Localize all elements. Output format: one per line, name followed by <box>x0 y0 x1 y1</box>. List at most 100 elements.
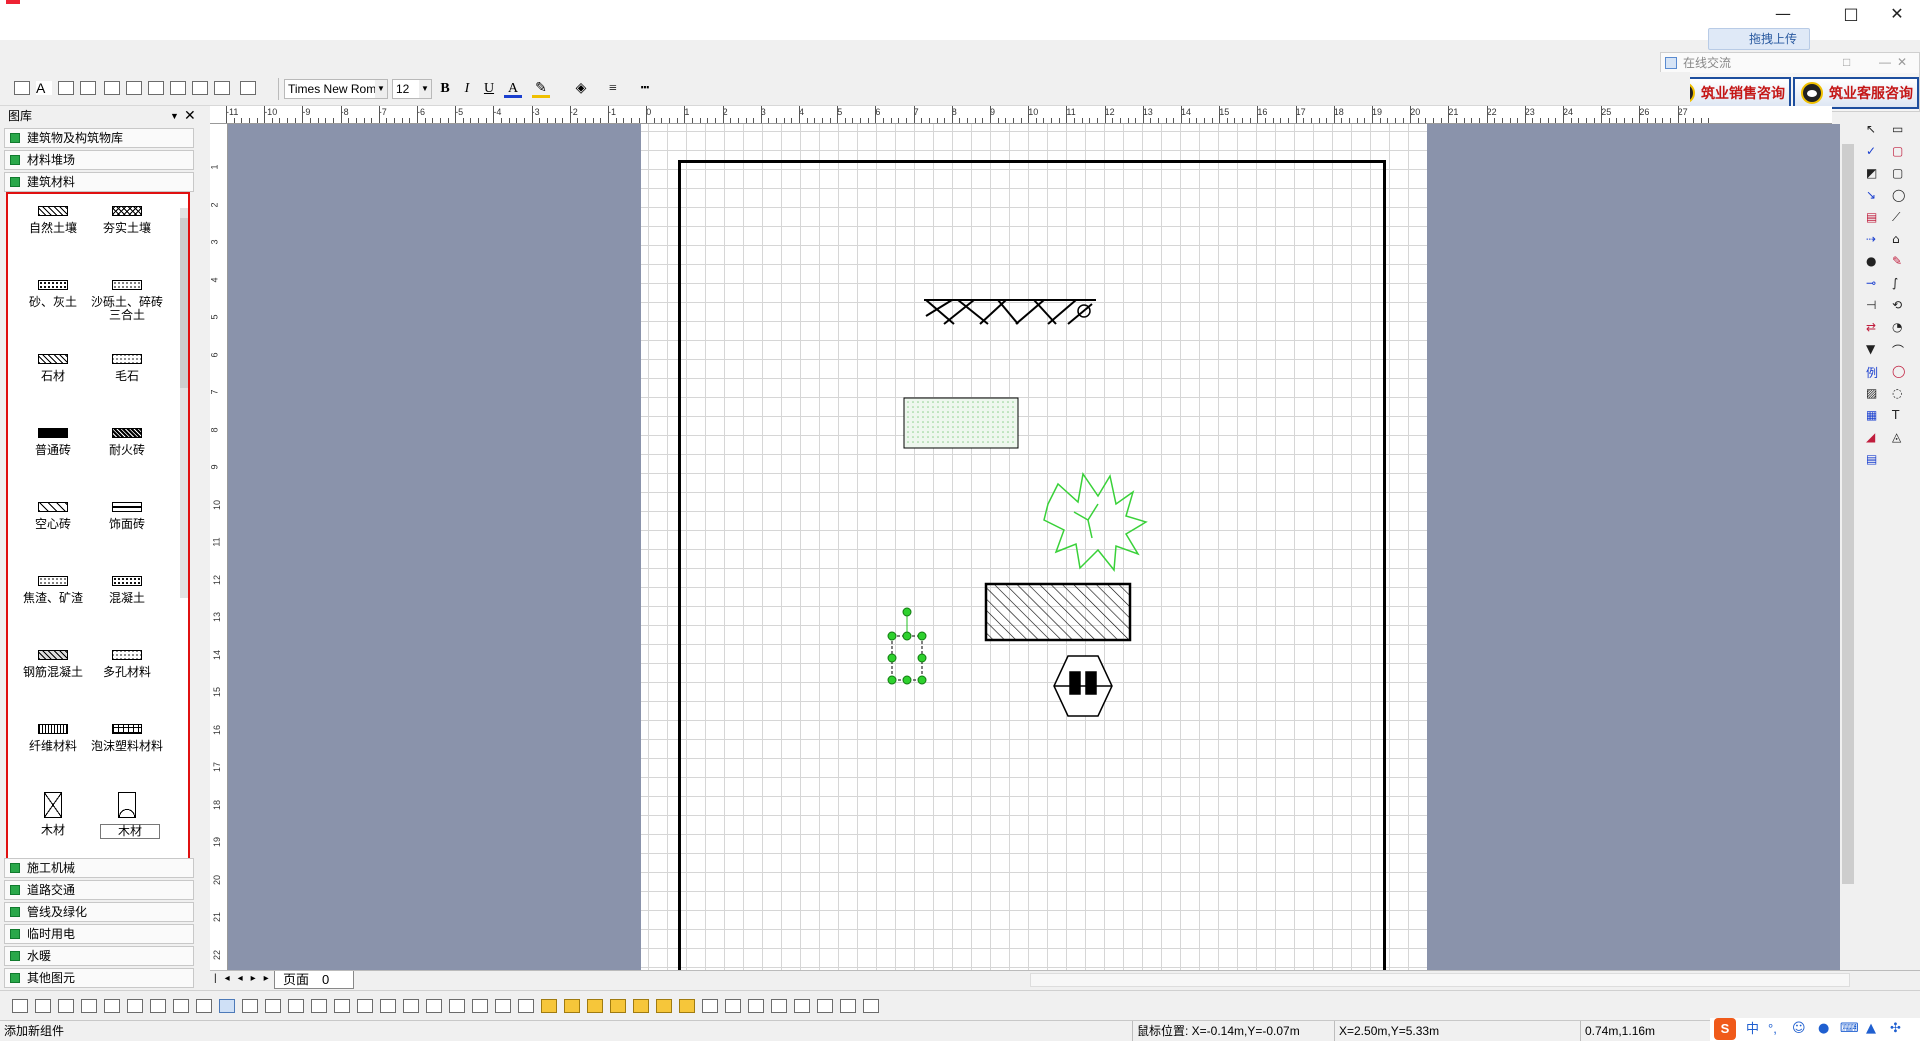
material-item[interactable]: 空心砖 <box>16 490 90 564</box>
drawing-tool-icon[interactable]: ↘ <box>1866 188 1882 202</box>
selected-shape[interactable] <box>891 612 923 681</box>
font-size-select[interactable]: 12 ▼ <box>392 79 432 99</box>
machine-shape[interactable] <box>1053 655 1113 717</box>
drawing-tool-icon[interactable]: ⇄ <box>1866 320 1882 334</box>
layout-tool-icon[interactable] <box>127 999 143 1013</box>
drawing-tool-icon[interactable]: ◯ <box>1892 364 1908 378</box>
drawing-tool-icon[interactable]: ▼ <box>1866 342 1882 356</box>
layout-tool-icon[interactable] <box>771 999 787 1013</box>
panel-restore-button[interactable]: □ <box>1843 55 1850 69</box>
group-icon[interactable] <box>80 81 96 95</box>
drawing-tool-icon[interactable]: T <box>1892 408 1908 422</box>
ime-punct[interactable]: °, <box>1768 1018 1777 1040</box>
service-consult-button[interactable]: 筑业客服咨询 <box>1793 77 1919 109</box>
selection-handle[interactable] <box>887 653 897 663</box>
distribute-icon[interactable] <box>148 81 164 95</box>
layout-tool-icon[interactable] <box>403 999 419 1013</box>
italic-button[interactable]: I <box>458 80 476 98</box>
layout-tool-icon[interactable] <box>58 999 74 1013</box>
horizontal-scrollbar[interactable] <box>1030 973 1850 987</box>
layout-tool-icon[interactable] <box>104 999 120 1013</box>
layout-tool-icon[interactable] <box>242 999 258 1013</box>
close-button[interactable]: ✕ <box>1874 0 1920 26</box>
selection-handle[interactable] <box>917 631 927 641</box>
page-tab[interactable]: 页面 0 <box>274 971 354 989</box>
drawing-tool-icon[interactable]: ◬ <box>1892 430 1908 444</box>
drawing-tool-icon[interactable]: ⟋ <box>1892 210 1908 224</box>
selection-handle[interactable] <box>902 631 912 641</box>
layout-tool-icon[interactable] <box>288 999 304 1013</box>
panel-close-button[interactable]: ✕ <box>1897 55 1907 69</box>
send-back-icon[interactable] <box>192 81 208 95</box>
layout-tool-icon[interactable] <box>587 999 603 1013</box>
layout-tool-icon[interactable] <box>725 999 741 1013</box>
material-item[interactable]: 沙砾土、碎砖三合土 <box>90 268 164 342</box>
material-item[interactable]: 钢筋混凝土 <box>16 638 90 712</box>
selection-handle[interactable] <box>902 607 912 617</box>
drawing-tool-icon[interactable]: ▨ <box>1866 386 1882 400</box>
drawing-tool-icon[interactable]: ⟲ <box>1892 298 1908 312</box>
material-item[interactable]: 焦渣、矿渣 <box>16 564 90 638</box>
drawing-tool-icon[interactable]: ▢ <box>1892 166 1908 180</box>
panel-minimize-button[interactable]: — <box>1879 55 1891 69</box>
layout-tool-icon[interactable] <box>863 999 879 1013</box>
material-item[interactable]: 泡沫塑料材料 <box>90 712 164 786</box>
drawing-tool-icon[interactable]: ⊣ <box>1866 298 1882 312</box>
line-style-icon[interactable]: ┅ <box>636 80 654 98</box>
align-icon[interactable] <box>126 81 142 95</box>
grid-icon[interactable] <box>214 81 230 95</box>
drawing-tool-icon[interactable]: ● <box>1866 254 1882 268</box>
layout-tool-icon[interactable] <box>150 999 166 1013</box>
tools-icon[interactable]: ✣ <box>1890 1018 1901 1040</box>
drawing-tool-icon[interactable]: ⌒ <box>1892 342 1908 358</box>
skin-icon[interactable]: ▲ <box>1866 1018 1876 1040</box>
drawing-tool-icon[interactable]: ◌ <box>1892 386 1908 400</box>
upload-button[interactable]: 拖拽上传 <box>1708 28 1810 50</box>
ungroup-icon[interactable] <box>104 81 120 95</box>
keyboard-icon[interactable]: ⌨ <box>1840 1018 1859 1040</box>
layout-tool-icon[interactable] <box>12 999 28 1013</box>
material-item[interactable]: 木材 <box>16 786 90 860</box>
layout-tool-icon[interactable] <box>817 999 833 1013</box>
layout-tool-icon[interactable] <box>173 999 189 1013</box>
category-others[interactable]: 其他图元 <box>4 968 194 988</box>
drawing-tool-icon[interactable]: 例 <box>1866 364 1882 380</box>
material-item[interactable]: 混凝土 <box>90 564 164 638</box>
layout-tool-icon[interactable] <box>748 999 764 1013</box>
category-material-yard[interactable]: 材料堆场 <box>4 150 194 170</box>
layout-tool-icon[interactable] <box>380 999 396 1013</box>
scrollbar-thumb[interactable] <box>1842 144 1854 884</box>
category-building-materials[interactable]: 建筑材料 <box>4 172 194 192</box>
drawing-tool-icon[interactable]: ▦ <box>1866 408 1882 422</box>
category-roads[interactable]: 道路交通 <box>4 880 194 900</box>
material-item[interactable]: 自然土壤 <box>16 194 90 268</box>
layout-tool-icon[interactable] <box>35 999 51 1013</box>
layout-tool-icon[interactable] <box>81 999 97 1013</box>
vertical-scrollbar[interactable] <box>1840 124 1856 970</box>
category-hvac[interactable]: 水暖 <box>4 946 194 966</box>
layout-tool-icon[interactable] <box>265 999 281 1013</box>
drawing-tool-icon[interactable]: ↖ <box>1866 122 1882 136</box>
layout-tool-icon[interactable] <box>518 999 534 1013</box>
layout-tool-icon[interactable] <box>541 999 557 1013</box>
ime-mode[interactable]: 中 <box>1746 1018 1759 1040</box>
soil-hatch-shape[interactable] <box>924 299 1096 325</box>
layout-tool-icon[interactable] <box>679 999 695 1013</box>
layout-tool-icon[interactable] <box>702 999 718 1013</box>
dotted-rectangle-shape[interactable] <box>903 397 1019 449</box>
shape-style-icon[interactable] <box>58 81 74 95</box>
material-item[interactable]: 砂、灰土 <box>16 268 90 342</box>
category-buildings[interactable]: 建筑物及构筑物库 <box>4 128 194 148</box>
fill-color-icon[interactable]: ◈ <box>572 80 590 98</box>
bold-button[interactable]: B <box>436 80 454 98</box>
material-item[interactable]: 耐火砖 <box>90 416 164 490</box>
drawing-tool-icon[interactable]: ⌂ <box>1892 232 1908 246</box>
material-item[interactable]: 普通砖 <box>16 416 90 490</box>
layout-tool-icon[interactable] <box>495 999 511 1013</box>
layout-tool-icon[interactable] <box>610 999 626 1013</box>
underline-button[interactable]: U <box>480 80 498 98</box>
library-scrollbar[interactable] <box>180 208 188 598</box>
pin-icon[interactable]: ▼ <box>170 106 182 126</box>
tree-shape[interactable] <box>1043 472 1148 572</box>
bring-front-icon[interactable] <box>170 81 186 95</box>
